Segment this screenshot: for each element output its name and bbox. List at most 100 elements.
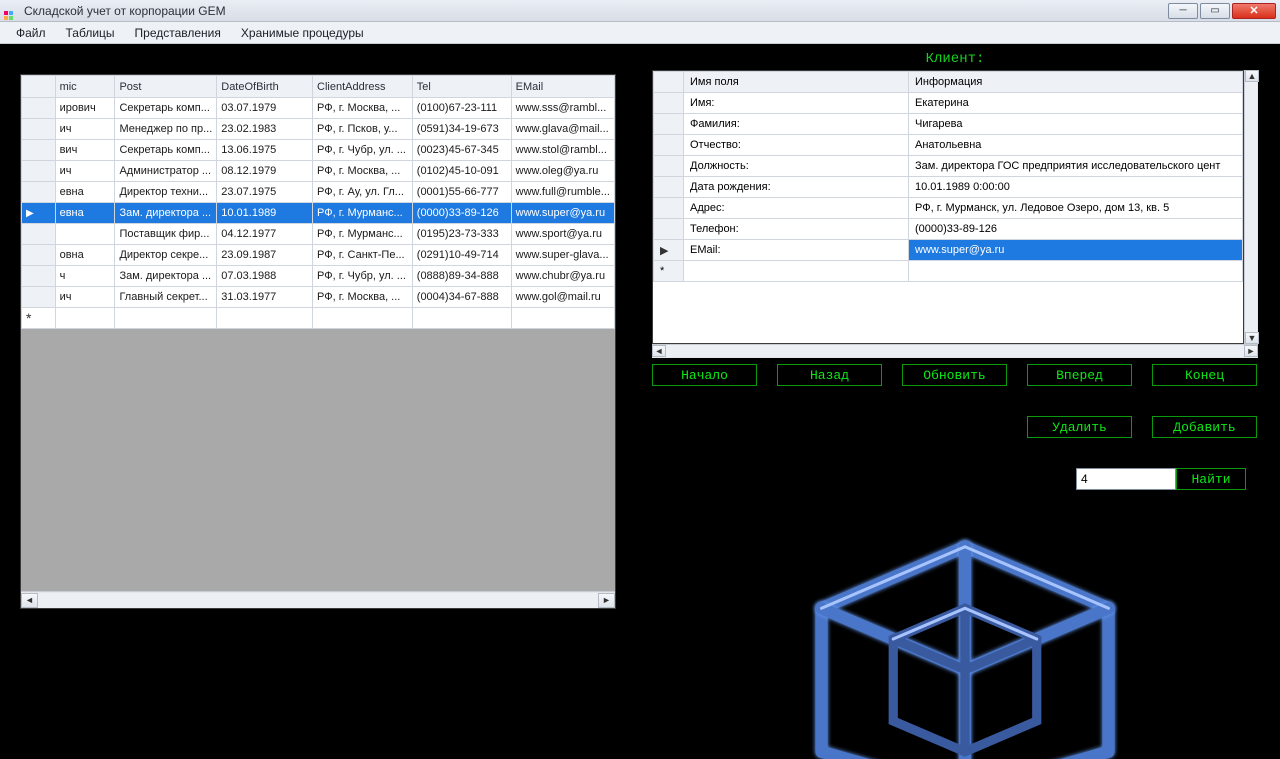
cell-tel[interactable]: (0888)89-34-888 <box>412 266 511 287</box>
detail-value[interactable]: РФ, г. Мурманск, ул. Ледовое Озеро, дом … <box>909 198 1243 219</box>
cell-post[interactable]: Директор секре... <box>115 245 217 266</box>
maximize-button[interactable]: ▭ <box>1200 3 1230 19</box>
cell-post[interactable]: Секретарь комп... <box>115 140 217 161</box>
cell-tel[interactable]: (0000)33-89-126 <box>412 203 511 224</box>
scroll-right-icon[interactable]: ► <box>598 593 615 608</box>
cell-post[interactable]: Поставщик фир... <box>115 224 217 245</box>
cell-addr[interactable]: РФ, г. Санкт-Пе... <box>313 245 413 266</box>
scroll-down-icon[interactable]: ▼ <box>1245 332 1259 344</box>
detail-row[interactable]: Адрес:РФ, г. Мурманск, ул. Ледовое Озеро… <box>654 198 1243 219</box>
cell-addr[interactable]: РФ, г. Москва, ... <box>313 98 413 119</box>
minimize-button[interactable]: ─ <box>1168 3 1198 19</box>
cell-tel[interactable]: (0591)34-19-673 <box>412 119 511 140</box>
cell-addr[interactable]: РФ, г. Ау, ул. Гл... <box>313 182 413 203</box>
cell-email[interactable]: www.super@ya.ru <box>511 203 614 224</box>
detail-vscroll[interactable]: ▲ ▼ <box>1244 70 1258 344</box>
cell-addr[interactable]: РФ, г. Мурманс... <box>313 224 413 245</box>
col-post[interactable]: Post <box>115 76 217 98</box>
detail-row[interactable]: Имя:Екатерина <box>654 93 1243 114</box>
cell-tel[interactable]: (0291)10-49-714 <box>412 245 511 266</box>
nav-back-button[interactable]: Назад <box>777 364 882 386</box>
nav-begin-button[interactable]: Начало <box>652 364 757 386</box>
cell-addr[interactable]: РФ, г. Чубр, ул. ... <box>313 266 413 287</box>
detail-value[interactable]: 10.01.1989 0:00:00 <box>909 177 1243 198</box>
nav-refresh-button[interactable]: Обновить <box>902 364 1007 386</box>
cell-post[interactable]: Директор техни... <box>115 182 217 203</box>
table-row[interactable]: вичСекретарь комп...13.06.1975РФ, г. Чуб… <box>22 140 615 161</box>
add-button[interactable]: Добавить <box>1152 416 1257 438</box>
col-tel[interactable]: Tel <box>412 76 511 98</box>
grid-hscroll[interactable]: ◄ ► <box>21 591 615 608</box>
table-row[interactable]: чЗам. директора ...07.03.1988РФ, г. Чубр… <box>22 266 615 287</box>
cell-dob[interactable]: 13.06.1975 <box>217 140 313 161</box>
cell-post[interactable]: Менеджер по пр... <box>115 119 217 140</box>
nav-end-button[interactable]: Конец <box>1152 364 1257 386</box>
detail-col-field[interactable]: Имя поля <box>684 72 909 93</box>
detail-row[interactable]: ▶EMail:www.super@ya.ru <box>654 240 1243 261</box>
detail-value[interactable]: Зам. директора ГОС предприятия исследова… <box>909 156 1243 177</box>
col-email[interactable]: EMail <box>511 76 614 98</box>
cell-email[interactable]: www.gol@mail.ru <box>511 287 614 308</box>
detail-value[interactable]: Анатольевна <box>909 135 1243 156</box>
detail-row[interactable]: Отчество:Анатольевна <box>654 135 1243 156</box>
cell-mic[interactable]: ич <box>55 161 115 182</box>
cell-post[interactable]: Главный секрет... <box>115 287 217 308</box>
cell-tel[interactable]: (0001)55-66-777 <box>412 182 511 203</box>
search-button[interactable]: Найти <box>1176 468 1246 490</box>
cell-addr[interactable]: РФ, г. Псков, у... <box>313 119 413 140</box>
cell-tel[interactable]: (0100)67-23-111 <box>412 98 511 119</box>
empty-cell[interactable] <box>313 308 413 329</box>
col-mic[interactable]: mic <box>55 76 115 98</box>
cell-addr[interactable]: РФ, г. Москва, ... <box>313 161 413 182</box>
menu-tables[interactable]: Таблицы <box>56 23 125 43</box>
cell-mic[interactable]: ирович <box>55 98 115 119</box>
cell-dob[interactable]: 03.07.1979 <box>217 98 313 119</box>
cell-email[interactable]: www.full@rumble... <box>511 182 614 203</box>
detail-row[interactable]: Дата рождения:10.01.1989 0:00:00 <box>654 177 1243 198</box>
table-row[interactable]: ▶евнаЗам. директора ...10.01.1989РФ, г. … <box>22 203 615 224</box>
cell-email[interactable]: www.glava@mail... <box>511 119 614 140</box>
cell-dob[interactable]: 04.12.1977 <box>217 224 313 245</box>
vscroll-track[interactable] <box>1245 82 1257 332</box>
cell-dob[interactable]: 31.03.1977 <box>217 287 313 308</box>
cell-dob[interactable]: 23.02.1983 <box>217 119 313 140</box>
cell-mic[interactable]: ич <box>55 119 115 140</box>
detail-scroll-right-icon[interactable]: ► <box>1244 345 1258 357</box>
cell-dob[interactable]: 07.03.1988 <box>217 266 313 287</box>
empty-cell[interactable] <box>217 308 313 329</box>
cell-post[interactable]: Зам. директора ... <box>115 203 217 224</box>
cell-mic[interactable]: вич <box>55 140 115 161</box>
cell-email[interactable]: www.stol@rambl... <box>511 140 614 161</box>
nav-forward-button[interactable]: Вперед <box>1027 364 1132 386</box>
cell-email[interactable]: www.oleg@ya.ru <box>511 161 614 182</box>
empty-cell[interactable] <box>115 308 217 329</box>
cell-dob[interactable]: 10.01.1989 <box>217 203 313 224</box>
empty-cell[interactable] <box>909 261 1243 282</box>
detail-new-row[interactable]: * <box>654 261 1243 282</box>
cell-addr[interactable]: РФ, г. Москва, ... <box>313 287 413 308</box>
detail-row[interactable]: Фамилия:Чигарева <box>654 114 1243 135</box>
empty-cell[interactable] <box>55 308 115 329</box>
table-row[interactable]: Поставщик фир...04.12.1977РФ, г. Мурманс… <box>22 224 615 245</box>
menu-views[interactable]: Представления <box>125 23 231 43</box>
table-row[interactable]: ичАдминистратор ...08.12.1979РФ, г. Моск… <box>22 161 615 182</box>
cell-email[interactable]: www.chubr@ya.ru <box>511 266 614 287</box>
cell-dob[interactable]: 23.09.1987 <box>217 245 313 266</box>
cell-mic[interactable]: ч <box>55 266 115 287</box>
cell-addr[interactable]: РФ, г. Мурманс... <box>313 203 413 224</box>
scroll-track[interactable] <box>38 593 598 608</box>
col-dob[interactable]: DateOfBirth <box>217 76 313 98</box>
table-row[interactable]: ировичСекретарь комп...03.07.1979РФ, г. … <box>22 98 615 119</box>
table-row[interactable]: ичМенеджер по пр...23.02.1983РФ, г. Пско… <box>22 119 615 140</box>
empty-cell[interactable] <box>684 261 909 282</box>
empty-cell[interactable] <box>511 308 614 329</box>
empty-cell[interactable] <box>412 308 511 329</box>
detail-row[interactable]: Телефон:(0000)33-89-126 <box>654 219 1243 240</box>
cell-mic[interactable]: евна <box>55 203 115 224</box>
cell-tel[interactable]: (0102)45-10-091 <box>412 161 511 182</box>
cell-post[interactable]: Секретарь комп... <box>115 98 217 119</box>
cell-email[interactable]: www.sss@rambl... <box>511 98 614 119</box>
cell-dob[interactable]: 08.12.1979 <box>217 161 313 182</box>
delete-button[interactable]: Удалить <box>1027 416 1132 438</box>
detail-hscroll[interactable]: ◄ ► <box>652 344 1258 358</box>
